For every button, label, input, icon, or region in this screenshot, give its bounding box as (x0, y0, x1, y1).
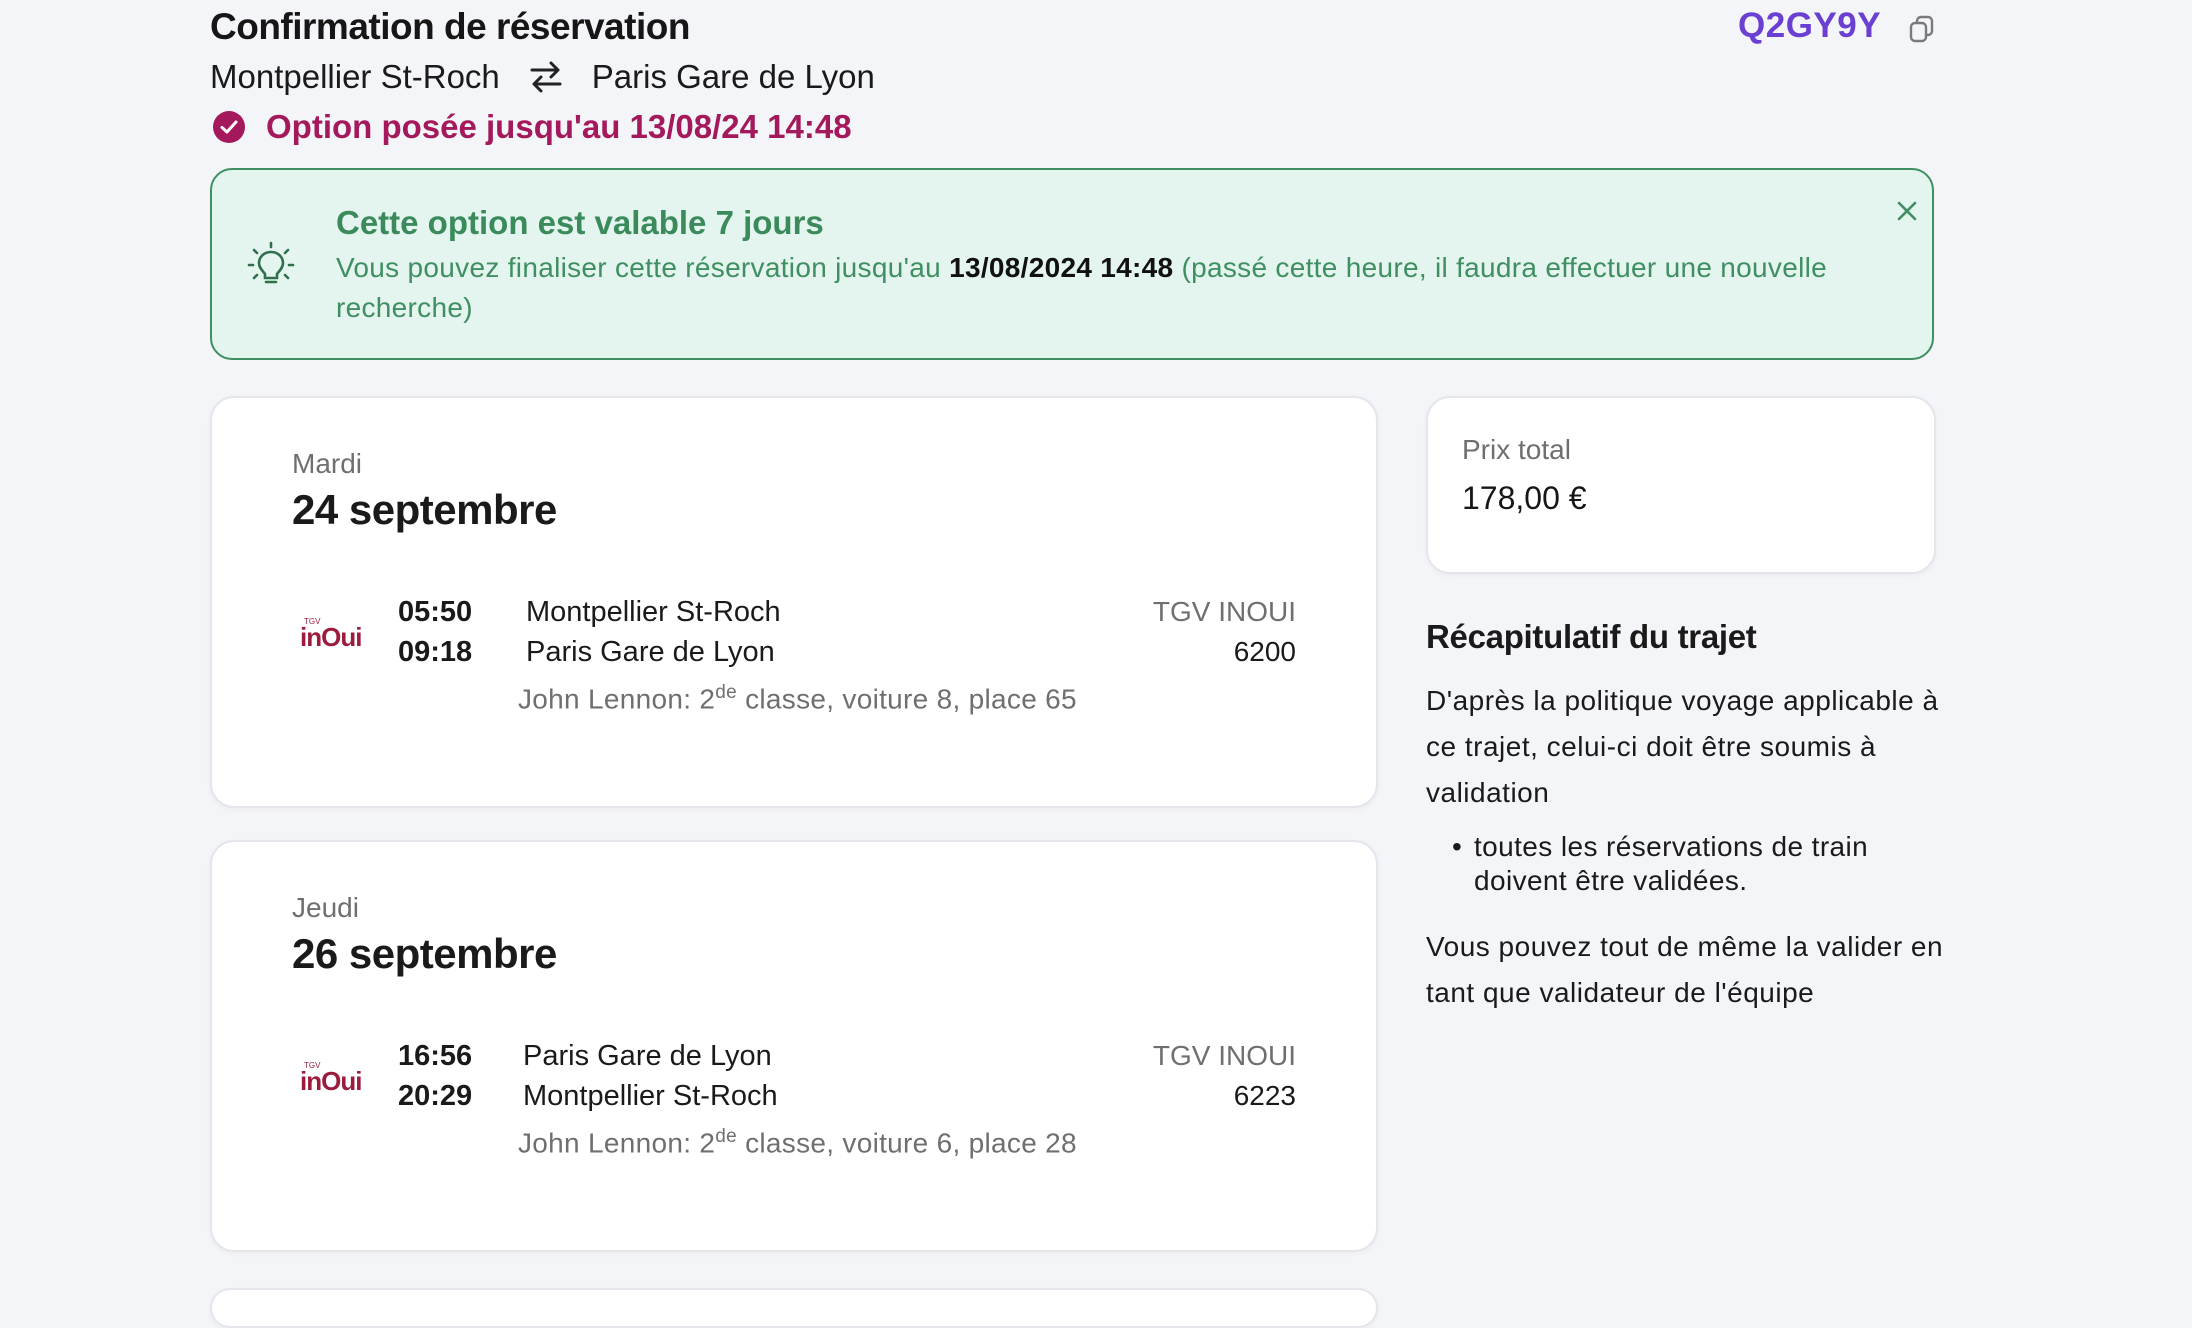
reservation-page: Confirmation de réservation Q2GY9Y Montp… (0, 0, 2192, 1328)
origin-station: Paris Gare de Lyon (523, 1040, 772, 1072)
banner-text: Vous pouvez finaliser cette réservation … (336, 252, 1827, 323)
close-icon[interactable] (1892, 196, 1922, 226)
svg-text:inOui: inOui (300, 1066, 361, 1096)
trip-date: 24 septembre (292, 486, 557, 533)
check-circle-icon (213, 111, 245, 143)
trip-stations: Paris Gare de Lyon Montpellier St-Roch (523, 1036, 778, 1116)
carrier-name: TGV INOUI (1152, 1040, 1296, 1071)
trip-carrier: TGV INOUI 6223 (1153, 1036, 1296, 1116)
route-origin: Montpellier St-Roch (210, 58, 500, 95)
trip-carrier: TGV INOUI 6200 (1153, 592, 1296, 672)
trip-stations: Montpellier St-Roch Paris Gare de Lyon (526, 592, 781, 672)
route-destination: Paris Gare de Lyon (591, 58, 875, 95)
train-number: 6200 (1233, 636, 1296, 667)
trip-times: 16:56 20:29 (398, 1036, 472, 1116)
arrival-time: 09:18 (398, 636, 473, 668)
option-status: Option posée jusqu'au 13/08/24 14:48 (212, 108, 852, 146)
destination-station: Montpellier St-Roch (523, 1080, 778, 1112)
option-status-text: Option posée jusqu'au 13/08/24 14:48 (266, 108, 852, 145)
trip-card-return[interactable]: Jeudi 26 septembre TGV inOui 16:56 20:29… (210, 840, 1378, 1252)
seat-info: John Lennon: 2de classe, voiture 8, plac… (518, 682, 1077, 715)
trip-card-outbound[interactable]: Mardi 24 septembre TGV inOui 05:50 09:18… (210, 396, 1378, 808)
copy-icon[interactable] (1908, 14, 1936, 44)
origin-station: Montpellier St-Roch (526, 596, 781, 628)
arrival-time: 20:29 (398, 1080, 473, 1112)
bullet-icon: • (1452, 831, 1463, 862)
swap-arrows-icon (530, 61, 562, 93)
trip-date: 26 septembre (292, 930, 557, 977)
page-title: Confirmation de réservation (210, 6, 690, 47)
trip-day: Jeudi (292, 892, 359, 923)
price-label: Prix total (1462, 434, 1571, 465)
banner-deadline: 13/08/2024 14:48 (949, 252, 1174, 283)
lightbulb-icon (247, 241, 295, 284)
departure-time: 16:56 (398, 1040, 473, 1072)
inoui-logo-icon: TGV inOui (300, 1061, 362, 1096)
banner-title: Cette option est valable 7 jours (336, 204, 824, 241)
carrier-name: TGV INOUI (1152, 596, 1296, 627)
departure-time: 05:50 (398, 596, 473, 628)
trip-times: 05:50 09:18 (398, 592, 472, 672)
recap-list-item: toutes les réservations de train doivent… (1474, 831, 1869, 896)
route-summary: Montpellier St-Roch Paris Gare de Lyon (210, 58, 875, 96)
trip-day: Mardi (292, 448, 363, 479)
option-validity-banner: Cette option est valable 7 jours Vous po… (210, 168, 1934, 360)
svg-text:inOui: inOui (300, 622, 361, 652)
inoui-logo-icon: TGV inOui (300, 617, 362, 652)
total-price-card: Prix total 178,00 € (1426, 396, 1936, 574)
recap-validator-text: Vous pouvez tout de même la valider en t… (1426, 931, 1944, 1008)
booking-reference[interactable]: Q2GY9Y (1738, 6, 1881, 46)
recap-text: D'après la politique voyage applicable à… (1426, 685, 1939, 808)
price-value: 178,00 € (1462, 480, 1587, 516)
seat-info: John Lennon: 2de classe, voiture 6, plac… (518, 1126, 1077, 1159)
recap-title: Récapitulatif du trajet (1426, 618, 1757, 655)
destination-station: Paris Gare de Lyon (526, 636, 775, 668)
trip-card-partial (210, 1288, 1378, 1328)
train-number: 6223 (1233, 1080, 1296, 1111)
